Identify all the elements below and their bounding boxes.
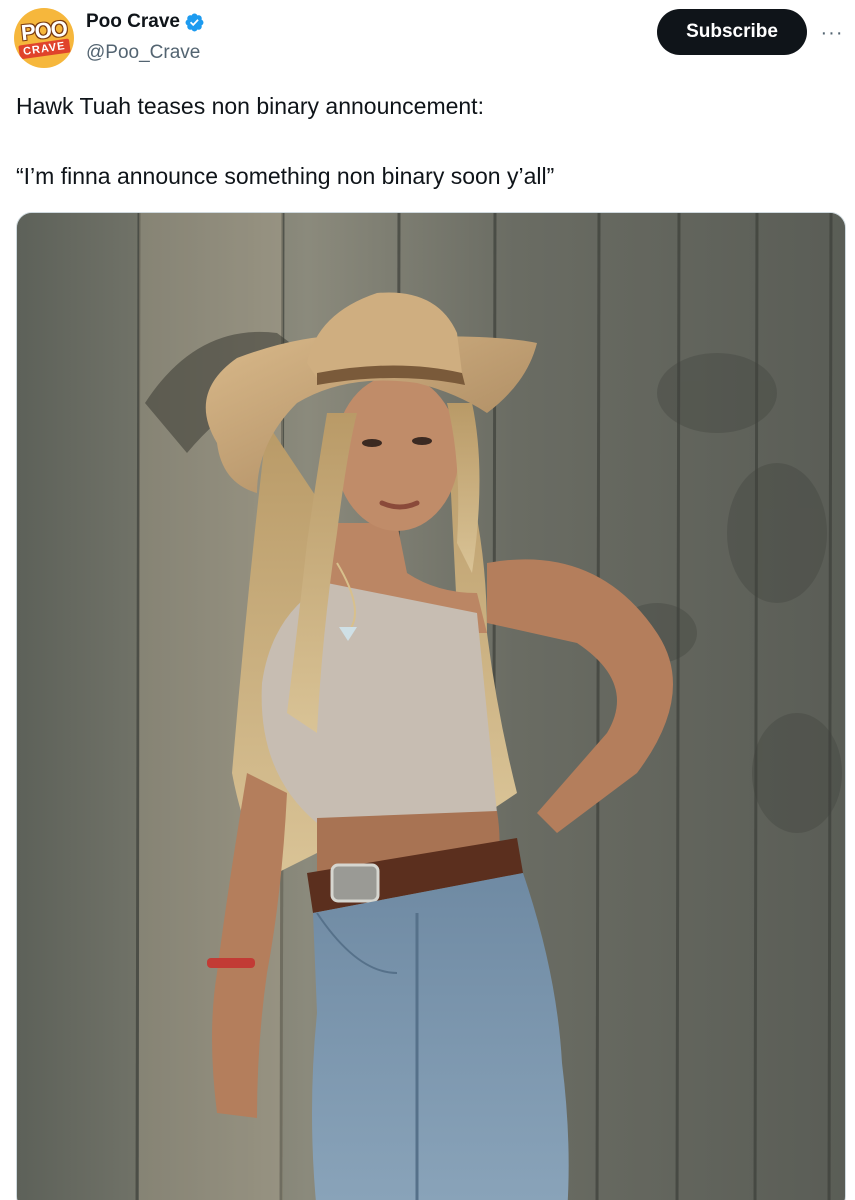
author-name-row: Poo Crave: [86, 11, 205, 33]
tweet-text: Hawk Tuah teases non binary announcement…: [16, 92, 836, 190]
subscribe-button[interactable]: Subscribe: [657, 9, 807, 55]
avatar[interactable]: POO CRAVE: [14, 8, 74, 68]
tweet-photo[interactable]: [16, 212, 846, 1200]
photo-woman-cowboy-hat-icon: [17, 213, 845, 1200]
author-handle[interactable]: @Poo_Crave: [86, 42, 200, 64]
tweet-header: POO CRAVE Poo Crave @Poo_Crave Subscribe…: [0, 0, 855, 80]
more-horizontal-icon[interactable]: ···: [817, 18, 847, 48]
verified-badge-icon[interactable]: [184, 12, 205, 33]
tweet-text-line: Hawk Tuah teases non binary announcement…: [16, 93, 484, 119]
author-display-name[interactable]: Poo Crave: [86, 11, 180, 33]
tweet-text-quote: “I’m finna announce something non binary…: [16, 163, 555, 189]
